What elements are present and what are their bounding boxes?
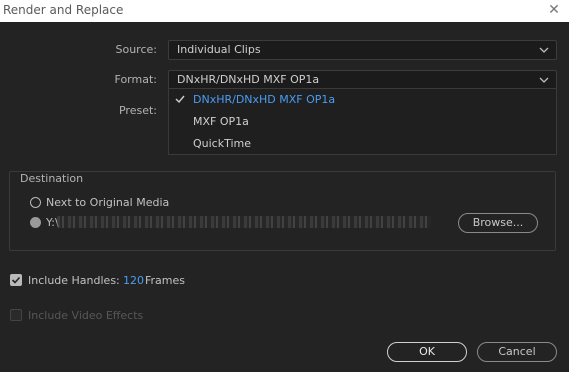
handles-unit: Frames: [145, 274, 186, 287]
include-handles-label: Include Handles:: [28, 274, 120, 287]
custom-path-value: [57, 216, 431, 228]
window-title: Render and Replace: [3, 3, 124, 17]
ok-button-label: OK: [419, 345, 435, 358]
next-to-original-radio[interactable]: [30, 197, 41, 208]
checkmark-icon: [175, 95, 185, 104]
format-label: Format:: [114, 73, 157, 86]
format-select[interactable]: DNxHR/DNxHD MXF OP1a: [168, 70, 557, 90]
preset-label: Preset:: [118, 104, 157, 117]
checkmark-icon: [11, 276, 21, 284]
browse-button-label: Browse...: [472, 216, 524, 229]
format-dropdown-menu: DNxHR/DNxHD MXF OP1a MXF OP1a QuickTime: [168, 88, 557, 155]
include-handles-checkbox[interactable]: [10, 274, 22, 286]
chevron-down-icon: [539, 47, 549, 53]
handles-value[interactable]: 120: [123, 274, 144, 287]
include-video-effects-checkbox[interactable]: [10, 309, 22, 321]
chevron-down-icon: [539, 77, 549, 83]
title-bar: Render and Replace ✕: [0, 0, 569, 22]
format-option[interactable]: QuickTime: [169, 133, 556, 154]
cancel-button-label: Cancel: [498, 345, 536, 358]
browse-button[interactable]: Browse...: [458, 213, 538, 233]
destination-group: [9, 171, 556, 251]
source-label: Source:: [115, 43, 158, 56]
next-to-original-label[interactable]: Next to Original Media: [46, 196, 169, 209]
close-icon[interactable]: ✕: [545, 1, 563, 19]
format-option-label: MXF OP1a: [193, 115, 249, 128]
format-option[interactable]: DNxHR/DNxHD MXF OP1a: [169, 89, 556, 110]
cancel-button[interactable]: Cancel: [477, 342, 557, 362]
format-option[interactable]: MXF OP1a: [169, 111, 556, 132]
include-video-effects-label: Include Video Effects: [28, 309, 144, 322]
source-value: Individual Clips: [177, 43, 261, 56]
ok-button[interactable]: OK: [387, 342, 467, 362]
format-value: DNxHR/DNxHD MXF OP1a: [177, 73, 320, 86]
destination-legend: Destination: [19, 172, 85, 185]
format-option-label: QuickTime: [193, 137, 252, 150]
custom-path-radio[interactable]: [30, 217, 41, 228]
format-option-label: DNxHR/DNxHD MXF OP1a: [193, 93, 336, 106]
source-select[interactable]: Individual Clips: [168, 40, 557, 60]
